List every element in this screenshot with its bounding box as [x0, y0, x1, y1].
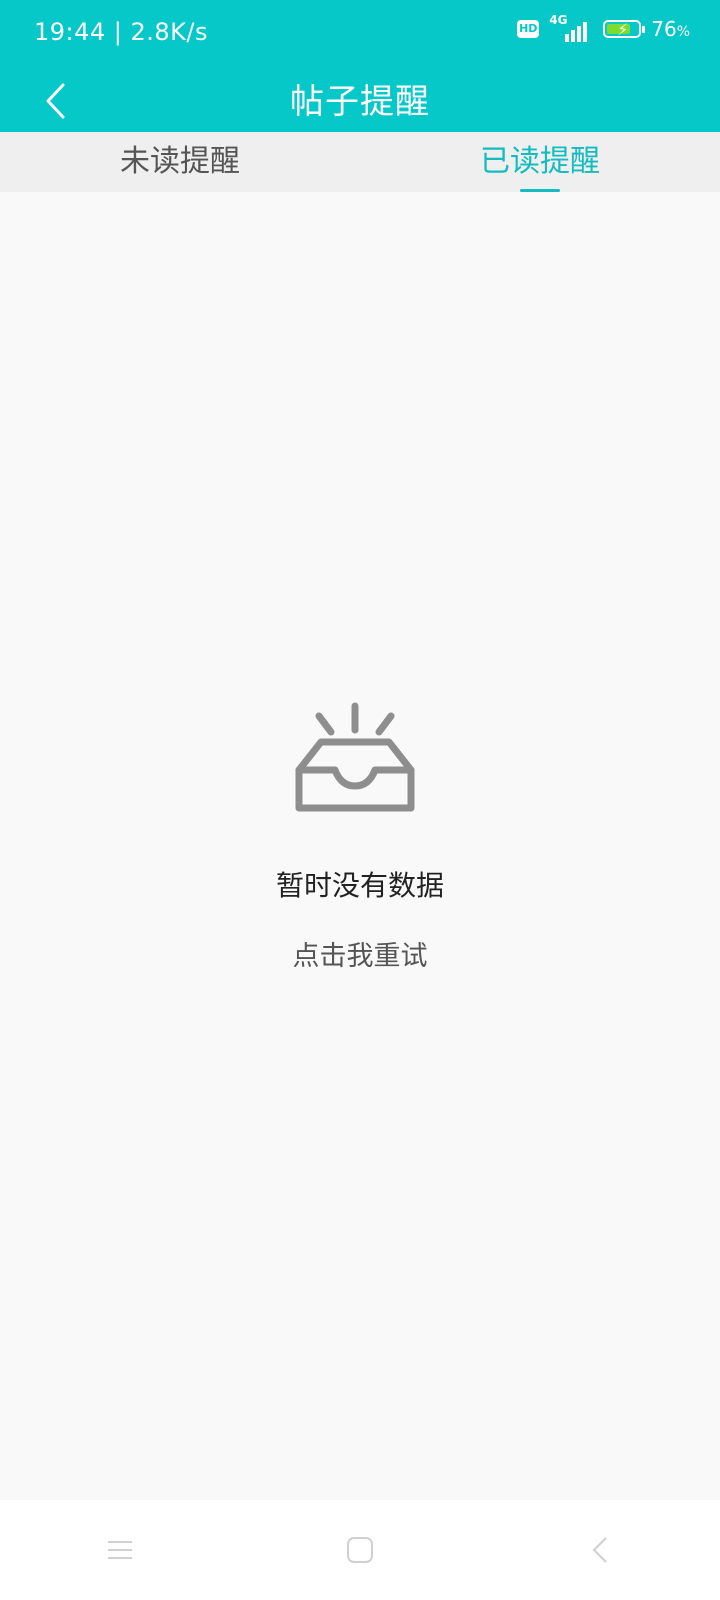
battery-percent: 76%: [651, 17, 690, 41]
empty-state: 暂时没有数据 点击我重试: [0, 700, 720, 973]
page-title: 帖子提醒: [290, 82, 430, 122]
charging-bolt-icon: ⚡: [617, 20, 629, 39]
tab-label: 未读提醒: [120, 144, 240, 179]
empty-message: 暂时没有数据: [275, 869, 444, 902]
signal-bars: [565, 22, 588, 42]
nav-back-button[interactable]: [570, 1520, 630, 1580]
retry-button[interactable]: 点击我重试: [293, 934, 428, 973]
home-icon: [347, 1537, 373, 1563]
hd-icon: HD: [517, 20, 540, 38]
battery-icon: ⚡: [603, 20, 646, 39]
app-header: 帖子提醒: [0, 70, 720, 132]
app-root: 19:44 | 2.8K/s HD 4G ⚡ 76% 帖子提醒 未读提醒 已读提…: [0, 0, 720, 1600]
signal-icon: 4G: [549, 13, 593, 42]
menu-button[interactable]: [90, 1520, 150, 1580]
tab-unread[interactable]: 未读提醒: [0, 132, 360, 192]
tab-indicator: [520, 189, 560, 192]
status-bar: 19:44 | 2.8K/s HD 4G ⚡ 76%: [0, 0, 720, 70]
tab-label: 已读提醒: [480, 144, 600, 179]
menu-icon: [108, 1541, 132, 1559]
status-icons: HD 4G ⚡ 76%: [517, 13, 690, 42]
system-nav-bar: [0, 1500, 720, 1600]
status-time: 19:44 | 2.8K/s: [34, 18, 209, 46]
tab-read[interactable]: 已读提醒: [360, 132, 720, 192]
back-icon: [592, 1537, 607, 1563]
home-button[interactable]: [330, 1520, 390, 1580]
empty-inbox-icon: [295, 702, 415, 812]
tab-bar: 未读提醒 已读提醒: [0, 132, 720, 192]
